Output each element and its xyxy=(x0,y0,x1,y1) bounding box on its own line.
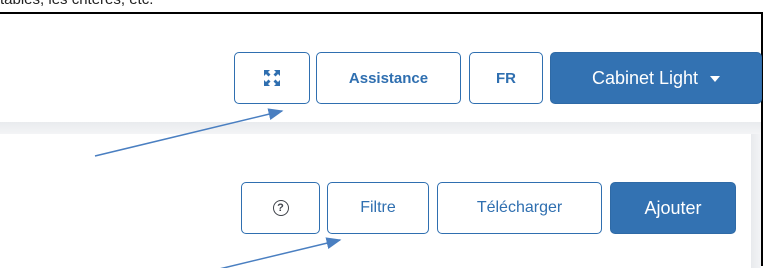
add-button[interactable]: Ajouter xyxy=(610,182,736,234)
language-button[interactable]: FR xyxy=(469,52,543,104)
add-label: Ajouter xyxy=(644,197,702,218)
account-label: Cabinet Light xyxy=(591,67,699,88)
expand-arrows-icon xyxy=(261,67,283,89)
assistance-label: Assistance xyxy=(348,69,429,87)
language-label: FR xyxy=(496,69,516,87)
filter-button[interactable]: Filtre xyxy=(327,182,429,234)
help-button[interactable]: ? xyxy=(241,182,320,234)
document-caption: tables, les critères, etc. xyxy=(0,0,153,8)
fullscreen-button[interactable] xyxy=(234,52,310,104)
download-label: Télécharger xyxy=(476,199,563,216)
account-dropdown-button[interactable]: Cabinet Light xyxy=(550,52,762,104)
download-button[interactable]: Télécharger xyxy=(437,182,602,234)
screenshot-frame: tables, les critères, etc. Assistance FR… xyxy=(0,0,765,268)
filter-label: Filtre xyxy=(360,199,396,216)
caret-down-icon xyxy=(710,76,721,82)
assistance-button[interactable]: Assistance xyxy=(316,52,461,104)
question-circle-icon: ? xyxy=(272,200,289,216)
